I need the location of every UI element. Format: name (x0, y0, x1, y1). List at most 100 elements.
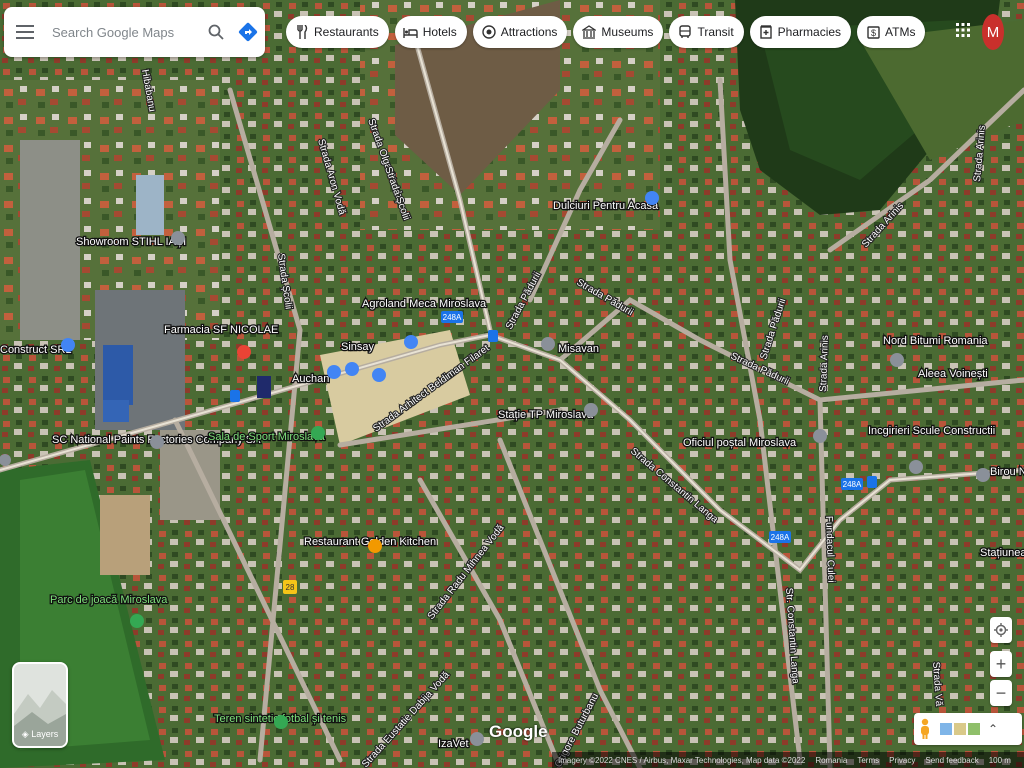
pharmacy-icon (758, 24, 774, 40)
scale-bar[interactable]: 100 m (989, 756, 1011, 765)
chip-restaurants[interactable]: Restaurants (286, 16, 389, 48)
bus-stop-icon[interactable] (488, 330, 498, 342)
restaurant-pin-icon[interactable] (368, 539, 382, 553)
shopping-pin-icon[interactable] (327, 365, 341, 379)
search-icon[interactable] (204, 20, 228, 44)
place-label[interactable]: Stație TP Miroslava (497, 408, 595, 423)
place-label[interactable]: Incgirieri Scule Constructii (867, 424, 997, 439)
zoom-in-button[interactable]: + (990, 651, 1012, 677)
place-label[interactable]: Farmacia SF NICOLAE (163, 323, 280, 338)
zoom-out-button[interactable]: − (990, 680, 1012, 706)
expand-chevron-icon[interactable]: ⌃ (988, 722, 998, 736)
chip-transit[interactable]: Transit (669, 16, 744, 48)
bus-stop-icon[interactable] (230, 390, 240, 402)
plus-icon: + (995, 653, 1007, 674)
map-pin-icon[interactable] (171, 231, 185, 245)
map-pin-icon[interactable] (890, 353, 904, 367)
map-pin-icon[interactable] (584, 403, 598, 417)
sports-pin-icon[interactable] (274, 715, 288, 729)
place-label[interactable]: Parc de joacă Miroslava (49, 593, 170, 608)
svg-text:$: $ (871, 28, 876, 38)
place-label[interactable]: IzaVet (437, 737, 470, 752)
google-logo: Google (489, 722, 548, 741)
crosshair-icon (994, 623, 1008, 637)
svg-text:248A: 248A (443, 313, 462, 322)
account-avatar[interactable]: M (982, 14, 1004, 50)
place-label[interactable]: Showroom STIHL IAȘI (75, 235, 188, 250)
imagery-thumb-icon[interactable] (954, 723, 966, 735)
place-label[interactable]: Sala de Sport Miroslava (207, 430, 327, 445)
map-pin-icon[interactable] (61, 338, 75, 352)
route-badge: 248A (769, 531, 791, 543)
pegman-icon[interactable] (918, 718, 932, 740)
place-label[interactable]: Nord Bitumi Romania (882, 334, 990, 349)
imagery-attribution: Imagery ©2022 CNES / Airbus, Maxar Techn… (558, 755, 806, 765)
svg-text:248A: 248A (843, 480, 862, 489)
layers-diamond-icon: ◈ (21, 729, 29, 739)
menu-icon[interactable] (16, 25, 34, 39)
place-label[interactable]: Misavan (557, 342, 601, 357)
chip-pharmacies[interactable]: Pharmacies (749, 16, 852, 48)
chip-attractions[interactable]: Attractions (472, 16, 568, 48)
fork-knife-icon (294, 24, 310, 40)
route-badge: 248A (441, 311, 463, 323)
bus-stop-icon[interactable] (867, 476, 877, 488)
chip-label: Museums (601, 25, 654, 39)
avatar-initial: M (982, 14, 1004, 50)
chip-label: Restaurants (314, 25, 379, 39)
place-label[interactable]: Agroland Meca Miroslava (361, 297, 489, 312)
map-pin-icon[interactable] (909, 460, 923, 474)
chip-label: Attractions (500, 25, 558, 39)
layers-button[interactable]: ◈ Layers (12, 662, 68, 748)
search-box (4, 7, 265, 57)
my-location-button[interactable] (990, 617, 1012, 643)
place-label[interactable]: Oficiul poștal Miroslava (682, 436, 799, 451)
imagery-thumb-icon[interactable] (968, 723, 980, 735)
pharmacy-pin-icon[interactable] (237, 345, 251, 359)
chip-label: Hotels (422, 25, 457, 39)
imagery-thumb-icon[interactable] (940, 723, 952, 735)
chip-hotels[interactable]: Hotels (394, 16, 467, 48)
search-input[interactable] (50, 23, 204, 41)
layers-label: ◈ Layers (14, 729, 66, 740)
post-office-pin-icon[interactable] (813, 429, 827, 443)
place-label[interactable]: Construct SRL (0, 343, 73, 358)
directions-icon[interactable] (234, 18, 262, 46)
map-pin-icon[interactable] (541, 337, 555, 351)
sports-pin-icon[interactable] (311, 426, 325, 440)
shopping-pin-icon[interactable] (404, 335, 418, 349)
svg-text:248A: 248A (771, 533, 790, 542)
shopping-pin-icon[interactable] (345, 362, 359, 376)
park-pin-icon[interactable] (130, 614, 144, 628)
camera-icon (481, 24, 497, 40)
chip-label: ATMs (885, 25, 916, 39)
atm-icon: $ (865, 24, 881, 40)
shopping-pin-icon[interactable] (645, 191, 659, 205)
place-label[interactable]: Sinsay (340, 340, 376, 355)
imagery-bar: ⌃ (914, 713, 1022, 745)
bus-icon (677, 24, 693, 40)
terms-link[interactable]: Terms (857, 756, 879, 765)
chip-label: Pharmacies (777, 25, 842, 39)
region-link[interactable]: Romania (815, 756, 847, 765)
satellite-map[interactable]: Strada Olga Sturdza Strada Aron Vodă Str… (0, 0, 1024, 768)
route-badge: 248A (841, 478, 863, 490)
street-label: Fundacul Culei (823, 516, 836, 583)
feedback-link[interactable]: Send feedback (925, 756, 978, 765)
place-label[interactable]: Auchan (291, 372, 331, 387)
chip-atms[interactable]: $ ATMs (857, 16, 926, 48)
chip-museums[interactable]: Museums (573, 16, 664, 48)
map-pin-icon[interactable] (257, 376, 271, 398)
category-chips: Restaurants Hotels Attractions Museums T… (286, 16, 926, 48)
privacy-link[interactable]: Privacy (889, 756, 915, 765)
map-pin-icon[interactable] (150, 435, 164, 449)
map-pin-icon[interactable] (470, 732, 484, 746)
place-label[interactable]: Dulciuri Pentru Acasă (552, 199, 661, 214)
map-pin-icon[interactable] (976, 468, 990, 482)
place-label[interactable]: Stațiunea de ști Produc (979, 546, 1024, 561)
place-label[interactable]: Aleea Voinești (917, 367, 989, 382)
shopping-pin-icon[interactable] (372, 368, 386, 382)
apps-grid-icon[interactable] (955, 22, 973, 40)
place-label[interactable]: Birou N Iulia Pa (989, 465, 1024, 480)
museum-icon (581, 24, 597, 40)
